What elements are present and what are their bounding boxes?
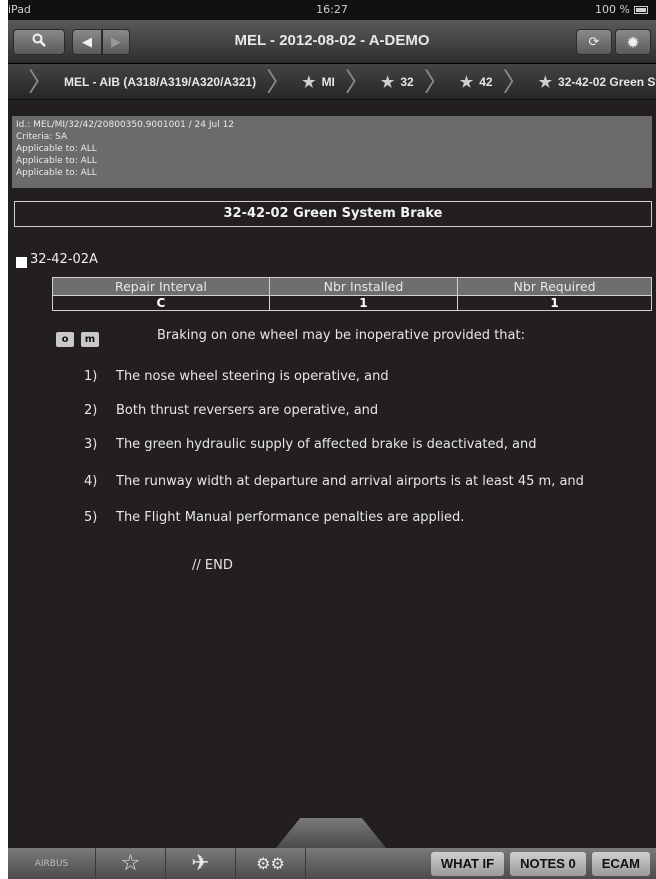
- chevron-right-icon: 〉: [266, 66, 293, 97]
- item-code-row: 32-42-02A: [16, 251, 98, 268]
- clock: 16:27: [316, 3, 348, 16]
- chevron-right-icon: 〉: [344, 66, 371, 97]
- star-icon: ★: [302, 73, 316, 91]
- chevron-right-icon: 〉: [502, 66, 529, 97]
- table-row: C 1 1: [52, 295, 652, 311]
- breadcrumb-item-mi[interactable]: ★ MI: [296, 64, 341, 99]
- item-code: 32-42-02A: [30, 252, 98, 267]
- favorites-button[interactable]: ☆: [96, 848, 166, 879]
- dispatch-condition-intro: Braking on one wheel may be inoperative …: [157, 328, 525, 343]
- status-bar: iPad 16:27 100 %: [8, 0, 656, 20]
- metadata-applicability: Applicable to: ALL: [16, 144, 97, 154]
- item-metadata: Id.: MEL/MI/32/42/20800350.9001001 / 24 …: [12, 116, 652, 188]
- ecam-button[interactable]: ECAM: [591, 851, 650, 876]
- condition-item: 4) The runway width at departure and arr…: [84, 474, 584, 489]
- sun-icon: ✹: [626, 32, 640, 52]
- refresh-icon: ⟳: [588, 34, 600, 50]
- column-header-nbr-required: Nbr Required: [457, 277, 652, 296]
- page-title: MEL - 2012-08-02 - A-DEMO: [234, 32, 430, 49]
- brightness-button[interactable]: ✹: [615, 29, 651, 55]
- airplane-icon: ✈: [191, 851, 210, 876]
- breadcrumb: 〉 MEL - AIB (A318/A319/A320/A321) 〉 ★ MI…: [8, 64, 656, 100]
- breadcrumb-item-32[interactable]: ★ 32: [375, 64, 420, 99]
- item-title: 32-42-02 Green System Brake: [14, 201, 652, 227]
- end-marker: // END: [192, 558, 233, 573]
- title-bar: ◀ ▶ MEL - 2012-08-02 - A-DEMO ⟳ ✹: [8, 20, 656, 64]
- battery-percent: 100 %: [595, 3, 630, 16]
- chevron-right-icon: 〉: [423, 66, 450, 97]
- drawer-pull-tab[interactable]: [276, 818, 386, 848]
- chevron-right-icon: 〉: [28, 66, 55, 97]
- airbus-logo: AIRBUS: [8, 848, 96, 879]
- bottom-toolbar: AIRBUS ☆ ✈ ⚙⚙ WHAT IF NOTES 0 ECAM: [8, 848, 656, 879]
- maintenance-procedure-button[interactable]: m: [81, 332, 99, 347]
- star-icon: ★: [538, 73, 553, 91]
- repair-interval-value: C: [52, 295, 270, 311]
- breadcrumb-item-current[interactable]: ★ 32-42-02 Green System: [533, 64, 656, 99]
- condition-item: 2) Both thrust reversers are operative, …: [84, 403, 379, 418]
- metadata-id: Id.: MEL/MI/32/42/20800350.9001001 / 24 …: [16, 120, 235, 130]
- nbr-installed-value: 1: [268, 295, 459, 311]
- column-header-nbr-installed: Nbr Installed: [268, 277, 459, 296]
- battery-status: 100 %: [595, 3, 648, 16]
- gear-icon: ⚙⚙: [256, 854, 285, 873]
- what-if-button[interactable]: WHAT IF: [430, 851, 505, 876]
- refresh-button[interactable]: ⟳: [576, 29, 612, 55]
- condition-item: 5) The Flight Manual performance penalti…: [84, 510, 465, 525]
- column-header-repair-interval: Repair Interval: [52, 277, 270, 296]
- settings-button[interactable]: ⚙⚙: [236, 848, 306, 879]
- star-icon: ★: [459, 73, 474, 91]
- aircraft-button[interactable]: ✈: [166, 848, 236, 879]
- metadata-criteria: Criteria: SA: [16, 132, 68, 142]
- battery-icon: [634, 5, 648, 14]
- item-checkbox[interactable]: [16, 257, 27, 268]
- notes-button[interactable]: NOTES 0: [510, 851, 586, 876]
- repair-interval-table: Repair Interval Nbr Installed Nbr Requir…: [52, 277, 652, 311]
- operational-procedure-button[interactable]: o: [56, 332, 74, 347]
- metadata-applicability: Applicable to: ALL: [16, 168, 97, 178]
- condition-item: 1) The nose wheel steering is operative,…: [84, 369, 389, 384]
- metadata-applicability: Applicable to: ALL: [16, 156, 97, 166]
- nbr-required-value: 1: [457, 295, 652, 311]
- breadcrumb-item-42[interactable]: ★ 42: [454, 64, 499, 99]
- star-icon: ★: [380, 73, 395, 91]
- app-screen: iPad 16:27 100 % ◀ ▶ MEL - 2012-08-02 - …: [8, 0, 656, 879]
- condition-item: 3) The green hydraulic supply of affecte…: [84, 437, 537, 452]
- breadcrumb-item-mel[interactable]: MEL - AIB (A318/A319/A320/A321): [58, 64, 262, 99]
- star-outline-icon: ☆: [120, 851, 141, 876]
